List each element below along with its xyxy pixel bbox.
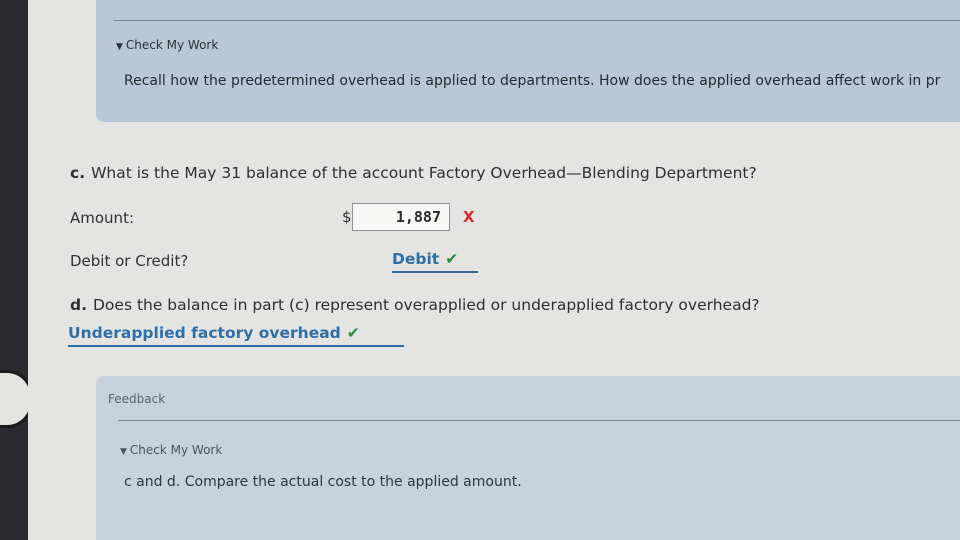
left-edge-bar [0,0,28,540]
overhead-type-select[interactable]: Underapplied factory overhead ✔ [68,324,404,347]
amount-input[interactable]: 1,887 [352,203,450,231]
divider [118,420,960,421]
feedback-hint: Recall how the predetermined overhead is… [124,73,941,89]
question-text: Does the balance in part (c) represent o… [92,296,760,314]
incorrect-icon: X [463,208,475,226]
feedback-panel-bottom [96,376,960,540]
debit-credit-value: Debit [392,250,440,268]
amount-label: Amount: [70,209,134,227]
correct-check-icon: ✔ [445,250,459,268]
check-my-work-toggle[interactable]: ▼ Check My Work [116,38,218,52]
feedback-title: Feedback [108,392,166,406]
assignment-page: ▼ Check My Work Recall how the predetermi… [28,0,960,540]
question-text: What is the May 31 balance of the accoun… [91,164,757,182]
overhead-type-value: Underapplied factory overhead [68,324,341,342]
feedback-hint: c and d. Compare the actual cost to the … [124,474,522,490]
divider [114,20,960,21]
check-my-work-toggle[interactable]: ▼ Check My Work [120,443,222,457]
question-c: c. What is the May 31 balance of the acco… [70,164,757,182]
correct-check-icon: ✔ [346,324,360,342]
debit-credit-label: Debit or Credit? [70,252,189,270]
currency-symbol: $ [342,208,352,226]
question-letter: d. [70,296,87,314]
feedback-panel-top [96,0,960,122]
question-letter: c. [70,164,86,182]
triangle-down-icon: ▼ [116,42,123,52]
debit-credit-select[interactable]: Debit ✔ [392,250,478,273]
question-d: d. Does the balance in part (c) represent… [70,296,760,314]
triangle-down-icon: ▼ [120,447,127,457]
